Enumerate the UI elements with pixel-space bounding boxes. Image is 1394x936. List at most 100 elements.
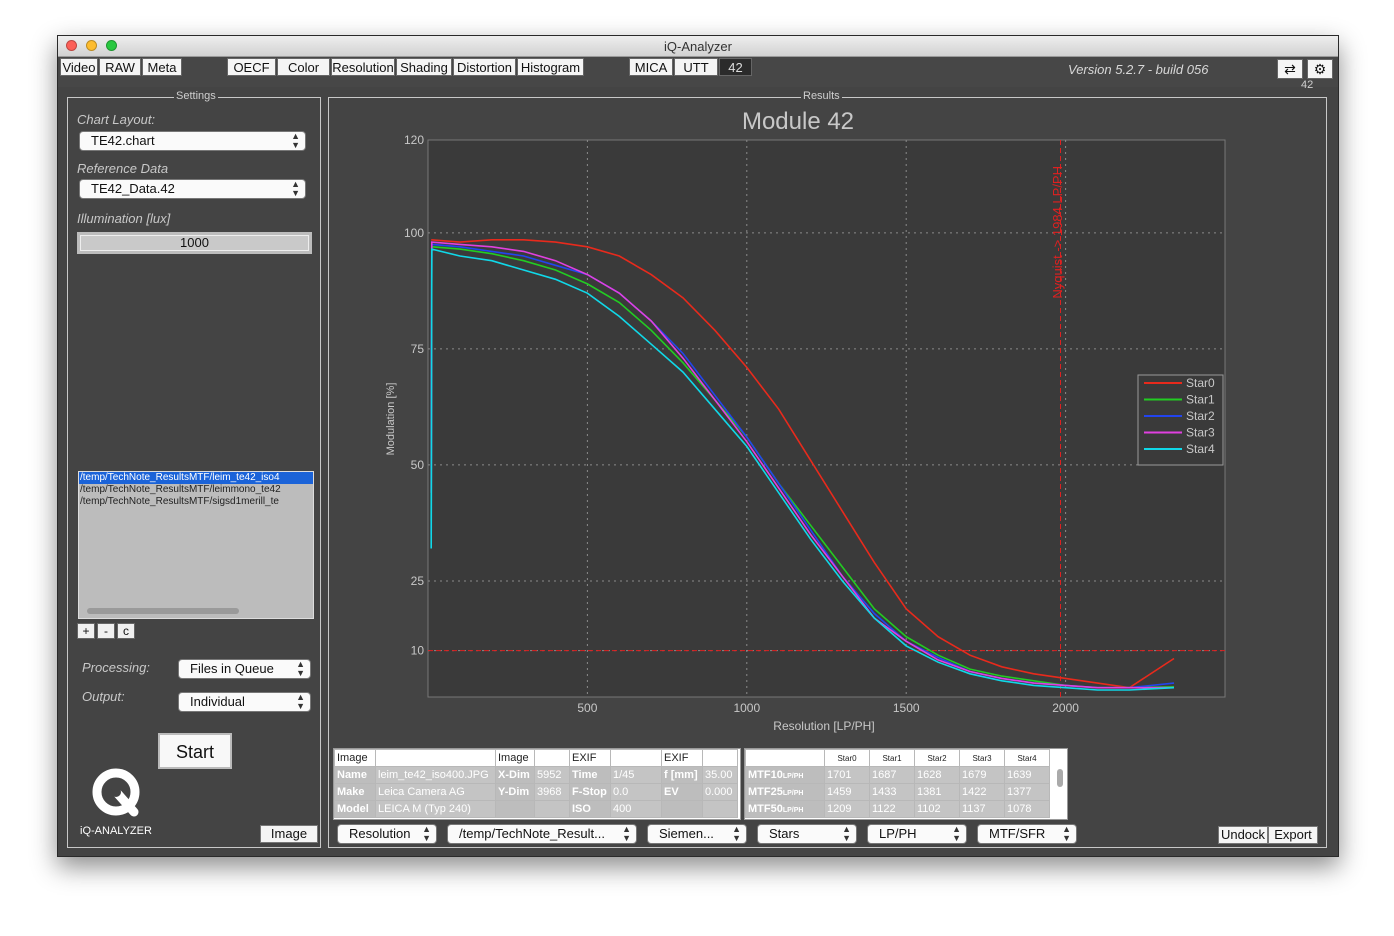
x-axis-label: Resolution [LP/PH] xyxy=(773,719,874,733)
updown-icon: ▲ ▼ xyxy=(622,824,631,843)
table-cell: Model xyxy=(334,800,376,818)
image-button[interactable]: Image xyxy=(260,825,318,843)
table-cell xyxy=(661,800,703,818)
undock-button[interactable]: Undock xyxy=(1218,826,1268,844)
table-cell: 5952 xyxy=(534,766,570,784)
table-header xyxy=(702,749,738,767)
table-cell: 1639 xyxy=(1004,766,1050,784)
table-row: Name leim_te42_iso400.JPG X-Dim 5952 Tim… xyxy=(334,766,738,784)
table-cell: 1701 xyxy=(824,766,870,784)
table-cell: Time xyxy=(569,766,611,784)
table-cell: 1122 xyxy=(869,800,915,818)
unit-select[interactable]: LP/PH ▲ ▼ xyxy=(867,824,967,844)
nyquist-label: Nyquist -> 1984 LP/PH xyxy=(1050,166,1065,299)
legend-label: Star4 xyxy=(1186,442,1215,456)
table-cell: F-Stop xyxy=(569,783,611,801)
table-header xyxy=(745,749,825,767)
table-header: Star0 xyxy=(824,749,870,767)
table-cell: 1687 xyxy=(869,766,915,784)
x-tick-label: 500 xyxy=(577,701,597,715)
table-header xyxy=(610,749,662,767)
table-cell: 1377 xyxy=(1004,783,1050,801)
table-cell: X-Dim xyxy=(495,766,535,784)
legend-label: Star1 xyxy=(1186,393,1215,407)
plot-type-select[interactable]: MTF/SFR ▲ ▼ xyxy=(977,824,1077,844)
y-tick-label: 100 xyxy=(404,226,424,240)
legend-label: Star3 xyxy=(1186,426,1215,440)
mtf-results-table: Star0 Star1 Star2 Star3 Star4 MTF10LP/PH… xyxy=(744,748,1068,820)
target-select[interactable]: Siemen... ▲ ▼ xyxy=(647,824,747,844)
file-path-value: /temp/TechNote_Result... xyxy=(459,826,605,841)
table-cell: 1078 xyxy=(1004,800,1050,818)
y-axis-label: Modulation [%] xyxy=(385,383,397,456)
x-tick-label: 1500 xyxy=(893,701,920,715)
updown-icon: ▲ ▼ xyxy=(952,824,961,843)
table-cell: f [mm] xyxy=(661,766,703,784)
analysis-type-select[interactable]: Resolution ▲ ▼ xyxy=(337,824,437,844)
analysis-type-value: Resolution xyxy=(349,826,411,841)
y-tick-label: 50 xyxy=(411,458,425,472)
updown-icon: ▲ ▼ xyxy=(732,824,741,843)
table-cell: 400 xyxy=(610,800,662,818)
table-cell: 1679 xyxy=(959,766,1005,784)
table-cell xyxy=(534,800,570,818)
table-row: MTF10LP/PH 1701 1687 1628 1679 1639 xyxy=(745,766,1050,784)
updown-icon: ▲ ▼ xyxy=(842,824,851,843)
y-tick-label: 10 xyxy=(411,644,425,658)
table-header: Star4 xyxy=(1004,749,1050,767)
table-header: EXIF xyxy=(661,749,703,767)
y-tick-label: 120 xyxy=(404,133,424,147)
table-cell: 1102 xyxy=(914,800,960,818)
table-cell: EV xyxy=(661,783,703,801)
table-cell: 0.000 xyxy=(702,783,738,801)
table-cell: MTF50LP/PH xyxy=(745,800,825,818)
file-path-select[interactable]: /temp/TechNote_Result... ▲ ▼ xyxy=(447,824,637,844)
iq-analyzer-logo xyxy=(92,768,140,817)
legend-label: Star0 xyxy=(1186,376,1215,390)
target-value: Siemen... xyxy=(659,826,714,841)
export-button[interactable]: Export xyxy=(1268,826,1318,844)
table-cell: Y-Dim xyxy=(495,783,535,801)
image-info-table: Image Image EXIF EXIF Name leim_te42_iso… xyxy=(333,748,741,820)
table-cell: LEICA M (Typ 240) xyxy=(375,800,496,818)
updown-icon: ▲ ▼ xyxy=(422,824,431,843)
table-cell: 1/45 xyxy=(610,766,662,784)
table-header: Star3 xyxy=(959,749,1005,767)
table-header: Image xyxy=(334,749,376,767)
table-cell xyxy=(702,800,738,818)
legend-label: Star2 xyxy=(1186,409,1215,423)
table-row: MTF50LP/PH 1209 1122 1102 1137 1078 xyxy=(745,800,1050,818)
table-cell: 1381 xyxy=(914,783,960,801)
region-select[interactable]: Stars ▲ ▼ xyxy=(757,824,857,844)
table-cell: MTF25LP/PH xyxy=(745,783,825,801)
chart-legend: Star0 Star1 Star2 Star3 Star4 xyxy=(1137,374,1224,466)
table-cell: 3968 xyxy=(534,783,570,801)
table-cell: 1459 xyxy=(824,783,870,801)
y-tick-label: 75 xyxy=(411,342,425,356)
table-header: EXIF xyxy=(569,749,611,767)
table-scrollbar[interactable] xyxy=(1057,769,1063,787)
table-row: MTF25LP/PH 1459 1433 1381 1422 1377 xyxy=(745,783,1050,801)
updown-icon: ▲ ▼ xyxy=(1062,824,1071,843)
y-tick-label: 25 xyxy=(411,574,425,588)
app-window: iQ-Analyzer Video RAW Meta OECF Color Re… xyxy=(57,35,1339,857)
mtf-chart: 500 1000 1500 200010255075100120 Resolution… xyxy=(385,133,1226,733)
table-cell: 0.0 xyxy=(610,783,662,801)
table-cell: leim_te42_iso400.JPG xyxy=(375,766,496,784)
unit-value: LP/PH xyxy=(879,826,917,841)
x-tick-label: 2000 xyxy=(1052,701,1079,715)
region-value: Stars xyxy=(769,826,800,841)
table-cell: 1209 xyxy=(824,800,870,818)
table-header xyxy=(534,749,570,767)
logo-text: iQ-ANALYZER xyxy=(80,825,152,837)
table-cell: 1433 xyxy=(869,783,915,801)
table-header: Star2 xyxy=(914,749,960,767)
table-row: Make Leica Camera AG Y-Dim 3968 F-Stop 0… xyxy=(334,783,738,801)
plot-type-value: MTF/SFR xyxy=(989,826,1046,841)
table-cell: ISO xyxy=(569,800,611,818)
table-header xyxy=(375,749,496,767)
table-cell: MTF10LP/PH xyxy=(745,766,825,784)
table-cell: Leica Camera AG xyxy=(375,783,496,801)
table-header: Star1 xyxy=(869,749,915,767)
table-cell: 35.00 xyxy=(702,766,738,784)
